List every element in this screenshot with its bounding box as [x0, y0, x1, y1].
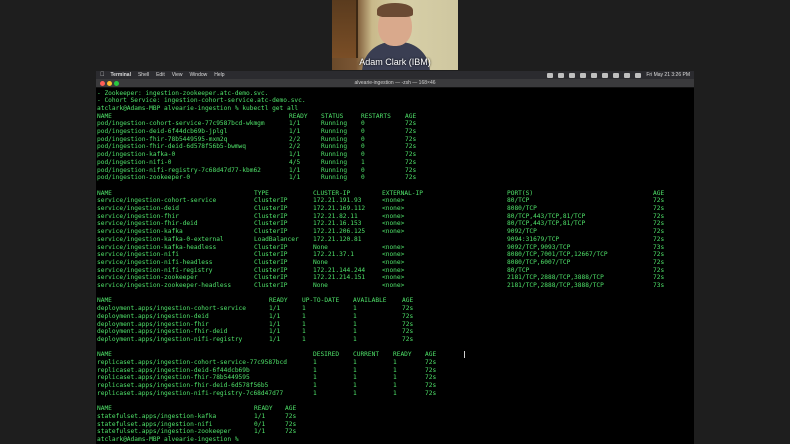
video-door: [332, 0, 358, 58]
wifi-icon[interactable]: [613, 72, 620, 78]
status-icon[interactable]: [569, 72, 576, 78]
mouse-cursor-icon: [464, 351, 466, 358]
terminal-cell: atclark@Adams-MBP alvearie-ingestion %: [97, 436, 243, 443]
apple-menu-icon[interactable]: : [100, 71, 105, 79]
search-icon[interactable]: [635, 72, 642, 78]
menu-item-view[interactable]: View: [172, 71, 183, 79]
participant-name-label: Adam Clark (IBM): [359, 57, 431, 67]
menu-item-shell[interactable]: Shell: [138, 71, 149, 79]
window-title: alvearie-ingestion — -zsh — 168×46: [354, 80, 436, 86]
menu-bar-clock[interactable]: Fri May 21 3:26 PM: [646, 71, 690, 79]
status-icon[interactable]: [547, 72, 554, 78]
menu-item-help[interactable]: Help: [214, 71, 224, 79]
status-icon[interactable]: [602, 72, 609, 78]
battery-icon[interactable]: [624, 72, 631, 78]
status-icon[interactable]: [580, 72, 587, 78]
menu-app-name[interactable]: Terminal: [111, 71, 131, 79]
mac-menu-bar:  Terminal Shell Edit View Window Help F…: [96, 71, 694, 79]
terminal-title-bar[interactable]: alvearie-ingestion — -zsh — 168×46: [96, 79, 694, 88]
status-icon[interactable]: [558, 72, 565, 78]
menu-bar-status-area: Fri May 21 3:26 PM: [547, 71, 690, 79]
menu-item-window[interactable]: Window: [189, 71, 207, 79]
terminal-line: atclark@Adams-MBP alvearie-ingestion %: [97, 436, 694, 444]
participant-video-tile[interactable]: Adam Clark (IBM): [332, 0, 458, 70]
participant-hair: [377, 3, 413, 17]
terminal-output[interactable]: - Zookeeper: ingestion-zookeeper.atc-dem…: [96, 88, 694, 444]
status-icon[interactable]: [591, 72, 598, 78]
menu-item-edit[interactable]: Edit: [156, 71, 165, 79]
